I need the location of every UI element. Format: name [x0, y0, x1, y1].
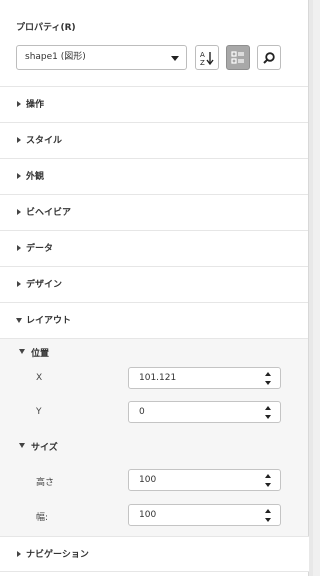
object-select-value: shape1 (図形): [25, 52, 86, 62]
categorized-view-button[interactable]: [226, 45, 250, 70]
section-label: デザイン: [26, 280, 63, 290]
y-value: 0: [139, 407, 145, 417]
section-data[interactable]: データ: [0, 230, 308, 266]
y-label: Y: [36, 407, 42, 417]
subsection-size[interactable]: サイズ: [0, 436, 309, 458]
expand-arrow-icon: [17, 173, 21, 179]
width-label: 幅:: [36, 513, 49, 523]
section-label: 操作: [26, 100, 45, 110]
divider: [0, 571, 309, 572]
subsection-position[interactable]: 位置: [0, 342, 309, 364]
section-design[interactable]: デザイン: [0, 266, 308, 302]
collapse-arrow-icon: [16, 318, 22, 323]
expand-arrow-icon: [17, 551, 21, 557]
section-label: ナビゲーション: [26, 550, 89, 560]
object-select[interactable]: shape1 (図形): [16, 45, 187, 70]
svg-text:Z: Z: [200, 59, 205, 66]
spinner-icon[interactable]: [265, 509, 272, 522]
x-input[interactable]: 101.121: [128, 367, 281, 389]
subsection-label: 位置: [31, 349, 50, 359]
search-icon: [263, 51, 275, 64]
height-value: 100: [139, 475, 157, 485]
section-label: 外観: [26, 172, 45, 182]
section-layout[interactable]: レイアウト: [0, 302, 308, 338]
sort-az-icon: A Z: [200, 51, 214, 66]
height-label: 高さ: [36, 478, 55, 488]
section-label: データ: [26, 244, 54, 254]
section-behavior[interactable]: ビヘイビア: [0, 194, 308, 230]
layout-section-body: 位置 X 101.121 Y 0 サイズ 高さ 100 幅: 100: [0, 338, 308, 544]
section-operation[interactable]: 操作: [0, 86, 308, 122]
section-label: レイアウト: [26, 316, 72, 326]
properties-panel: プロパティ(R) shape1 (図形) A Z 操作 スタイル 外観 ビヘイビ…: [0, 0, 309, 576]
spinner-icon[interactable]: [265, 372, 272, 385]
width-value: 100: [139, 510, 157, 520]
collapse-arrow-icon: [19, 349, 25, 354]
expand-arrow-icon: [17, 137, 21, 143]
expand-arrow-icon: [17, 209, 21, 215]
search-button[interactable]: [257, 45, 281, 70]
scrollbar[interactable]: [309, 0, 313, 576]
y-input[interactable]: 0: [128, 401, 281, 423]
expand-arrow-icon: [17, 101, 21, 107]
width-input[interactable]: 100: [128, 504, 281, 526]
svg-text:A: A: [200, 51, 205, 59]
expand-arrow-icon: [17, 281, 21, 287]
section-style[interactable]: スタイル: [0, 122, 308, 158]
section-appearance[interactable]: 外観: [0, 158, 308, 194]
sort-alphabetical-button[interactable]: A Z: [195, 45, 219, 70]
panel-header: プロパティ(R) shape1 (図形) A Z: [0, 0, 308, 86]
spinner-icon[interactable]: [265, 406, 272, 419]
expand-arrow-icon: [17, 245, 21, 251]
subsection-label: サイズ: [31, 443, 58, 453]
categorized-view-icon: [231, 50, 244, 64]
panel-title: プロパティ(R): [16, 23, 76, 33]
section-navigation[interactable]: ナビゲーション: [0, 536, 309, 572]
x-value: 101.121: [139, 373, 177, 383]
collapse-arrow-icon: [19, 443, 25, 448]
spinner-icon[interactable]: [265, 474, 272, 487]
height-input[interactable]: 100: [128, 469, 281, 491]
section-label: スタイル: [26, 136, 63, 146]
chevron-down-icon: [171, 56, 179, 61]
x-label: X: [36, 373, 43, 383]
section-label: ビヘイビア: [26, 208, 72, 218]
